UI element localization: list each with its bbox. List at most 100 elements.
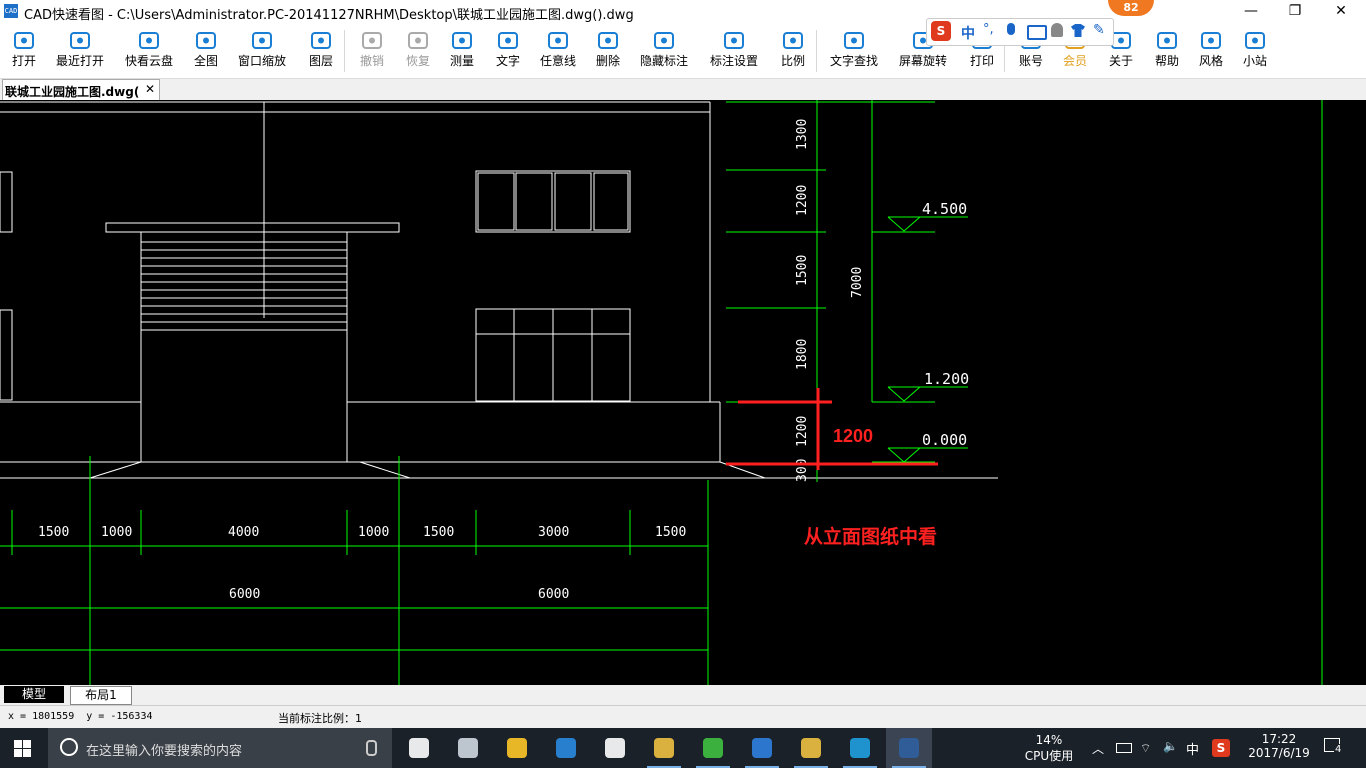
start-button[interactable] [14,740,32,757]
action-center-button[interactable]: 4 [1324,738,1350,758]
freeline-button[interactable]: 任意线 [530,24,586,78]
text-button[interactable]: 文字 [486,24,530,78]
store-icon[interactable] [592,728,638,768]
layers-button[interactable]: 图层 [296,24,346,78]
annotation-note: 从立面图纸中看 [804,525,937,548]
chevron-up-icon[interactable]: ︿ [1092,740,1104,756]
ime-lang-label[interactable]: 中 [961,23,975,43]
history-icon [67,28,93,54]
fullview-label: 全图 [193,54,218,68]
tab-layout1[interactable]: 布局1 [70,686,132,705]
main-toolbar: 打开 最近打开 快看云盘 全图 窗口缩放 图层 撤销 恢复 测量 文字 任意线 删除 隐藏标注 标注设置 比… [0,24,1366,79]
explorer-icon[interactable] [641,728,687,768]
cloud-label: 快看云盘 [124,54,173,68]
fullview-button[interactable]: 全图 [184,24,228,78]
cpu-widget[interactable]: 14% CPU使用 [1024,728,1074,768]
notification-count: 4 [1334,744,1343,755]
help-label: 帮助 [1154,54,1179,68]
plus-app-icon[interactable] [837,728,883,768]
cpu-label: CPU使用 [1024,749,1074,763]
ime-punct-label[interactable]: °, [983,22,994,37]
document-tab[interactable]: 联城工业园施工图.dwg().dwg ✕ [2,79,160,100]
task-view-icon[interactable] [396,728,442,768]
dim-right-2: 1200 [795,185,810,216]
browser-icon[interactable] [739,728,785,768]
wrench-icon[interactable]: ✎ [1093,22,1105,38]
battery-icon[interactable] [1116,743,1132,753]
measure-button[interactable]: 测量 [440,24,484,78]
search-placeholder: 在这里输入你要搜索的内容 [86,744,243,759]
app-gear-bell-icon[interactable] [494,728,540,768]
document-tab-title: 联城工业园施工图.dwg().dwg [5,85,139,99]
windows-logo-icon [14,740,22,748]
drawing-canvas[interactable]: 1300 1200 1500 1800 1200 300 7000 4.500 … [0,100,1366,685]
site-button[interactable]: 小站 [1234,24,1276,78]
zoomwin-button[interactable]: 窗口缩放 [230,24,294,78]
cursor-coordinates: x = 1801559 y = -156334 [8,711,153,722]
annotation-value: 1200 [833,426,873,446]
close-tab-icon[interactable]: ✕ [145,82,155,96]
green-app-icon[interactable] [690,728,736,768]
taskbar-search[interactable]: 在这里输入你要搜索的内容 [48,728,392,768]
user-icon[interactable] [1051,23,1063,37]
text-icon [495,28,521,54]
document-tab-bar: 联城工业园施工图.dwg().dwg ✕ [0,79,1366,100]
minimize-button[interactable]: — [1228,0,1274,24]
dim-right-3: 1500 [795,255,810,286]
help-button[interactable]: 帮助 [1146,24,1188,78]
style-button[interactable]: 风格 [1190,24,1232,78]
ime-toolbar[interactable]: S 中 °, ✎ [926,18,1114,46]
about-label: 关于 [1108,54,1133,68]
volume-icon[interactable]: 🔈 [1163,739,1178,755]
cad-app-icon[interactable] [886,728,932,768]
erase-button[interactable]: 删除 [588,24,628,78]
edge-icon[interactable] [543,728,589,768]
folder-open-icon [11,28,37,54]
zoomwin-label: 窗口缩放 [237,54,286,68]
undo-icon [359,28,385,54]
dim-total-height: 7000 [850,267,865,298]
marksettings-button[interactable]: 标注设置 [700,24,768,78]
notes-icon[interactable] [788,728,834,768]
findtext-button[interactable]: 文字查找 [820,24,888,78]
microphone-icon[interactable] [1007,23,1015,35]
scale-button[interactable]: 比例 [770,24,816,78]
sogou-logo-icon[interactable]: S [931,21,951,41]
dim-right-5: 1200 [795,416,810,447]
skin-icon[interactable] [1071,24,1085,37]
clock[interactable]: 17:22 2017/6/19 [1244,728,1314,768]
marksettings-label: 标注设置 [709,54,758,68]
site-label: 小站 [1242,54,1267,68]
restore-button[interactable]: ❐ [1272,0,1318,24]
dim-right-6: 300 [795,459,810,482]
settings-icon [721,28,747,54]
close-button[interactable]: ✕ [1318,0,1364,24]
hidemark-label: 隐藏标注 [639,54,688,68]
freeline-label: 任意线 [539,54,576,68]
microphone-icon[interactable] [366,740,377,756]
find-text-icon [841,28,867,54]
ime-indicator[interactable]: 中 [1186,739,1199,758]
elevation-mark-2: 1.200 [924,370,969,388]
network-icon[interactable]: ⌔ [1140,741,1151,755]
scale-label: 比例 [780,54,805,68]
undo-label: 撤销 [359,54,384,68]
dim-bottom-1: 1500 [38,525,69,540]
erase-label: 删除 [595,54,620,68]
cad-drawing[interactable]: 1300 1200 1500 1800 1200 300 7000 4.500 … [0,100,1366,685]
redo-button[interactable]: 恢复 [396,24,440,78]
cloud-button[interactable]: 快看云盘 [116,24,182,78]
sogou-tray-icon[interactable]: S [1212,739,1230,757]
app-swirl-icon[interactable] [445,728,491,768]
vip-label: 会员 [1062,54,1087,68]
findtext-label: 文字查找 [829,54,878,68]
recent-button[interactable]: 最近打开 [46,24,114,78]
keyboard-icon[interactable] [1027,25,1047,40]
open-button[interactable]: 打开 [4,24,44,78]
rotate-label: 屏幕旋转 [898,54,947,68]
dim-bottom-7: 1500 [655,525,686,540]
undo-button[interactable]: 撤销 [350,24,394,78]
dim-right-1: 1300 [795,119,810,150]
hidemark-button[interactable]: 隐藏标注 [630,24,698,78]
tab-model[interactable]: 模型 [4,686,64,703]
